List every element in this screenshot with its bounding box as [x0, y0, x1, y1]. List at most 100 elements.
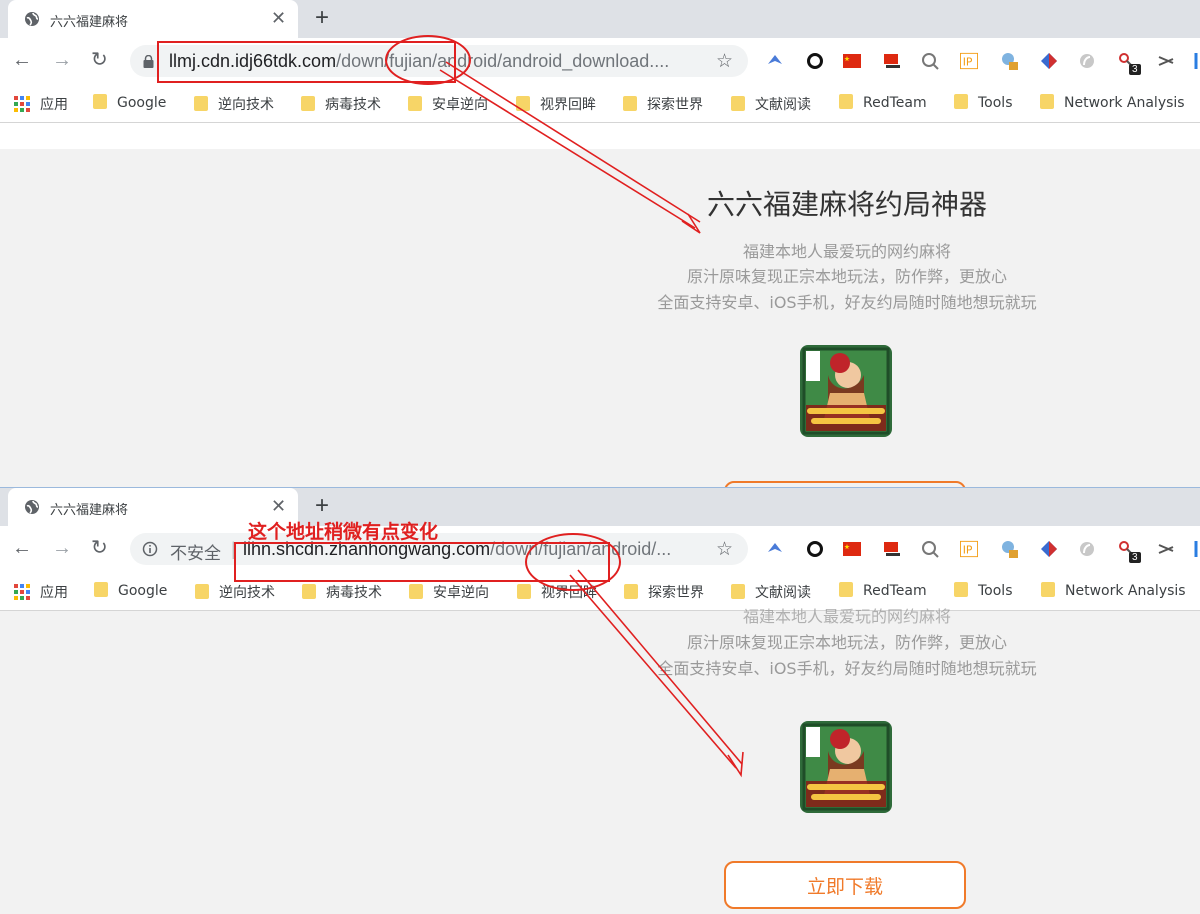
- bookmark-redteam[interactable]: RedTeam: [839, 94, 927, 114]
- apps-icon: [14, 584, 30, 600]
- folder-icon: [408, 96, 422, 111]
- folder-icon: [1040, 94, 1054, 109]
- bookmark-google[interactable]: Google: [93, 94, 166, 114]
- highlight-path-oval: [385, 35, 471, 85]
- folder-icon: [954, 94, 968, 109]
- bookmark-virus-tech[interactable]: 病毒技术: [302, 582, 382, 602]
- extension-icon[interactable]: [1192, 52, 1200, 70]
- download-button[interactable]: 立即下载: [724, 861, 966, 909]
- plus-icon[interactable]: +: [315, 494, 329, 518]
- scissors-icon[interactable]: [1157, 540, 1175, 558]
- folder-icon: [94, 582, 108, 597]
- close-icon[interactable]: ✕: [271, 8, 286, 28]
- back-icon[interactable]: ←: [12, 49, 32, 71]
- ip-extension-icon[interactable]: IP: [960, 540, 978, 558]
- forward-icon[interactable]: →: [52, 537, 72, 559]
- ring-extension-icon[interactable]: [806, 52, 824, 70]
- page-content: 福建本地人最爱玩的网约麻将 原汁原味复现正宗本地玩法，防作弊，更放心 全面支持安…: [0, 607, 1200, 914]
- bookmark-label: 安卓逆向: [432, 97, 488, 113]
- folder-icon: [301, 96, 315, 111]
- tab-title: 六六福建麻将: [50, 503, 129, 518]
- plus-icon[interactable]: +: [315, 6, 329, 30]
- bookmarks-bar: 应用 Google 逆向技术 病毒技术 安卓逆向 视界回眸 探索世界 文献阅读 …: [0, 84, 1200, 123]
- flag-extension-icon[interactable]: [883, 52, 901, 70]
- folder-icon: [624, 584, 638, 599]
- bookmark-label: 逆向技术: [219, 585, 275, 601]
- bookmark-tools[interactable]: Tools: [954, 582, 1013, 602]
- bookmark-label: 探索世界: [647, 97, 703, 113]
- bookmark-network-analysis[interactable]: Network Analysis: [1041, 582, 1186, 602]
- bookmark-label: 病毒技术: [325, 97, 381, 113]
- ring-extension-icon[interactable]: [806, 540, 824, 558]
- folder-icon: [93, 94, 107, 109]
- page-header-strip: [0, 123, 1200, 149]
- bookmark-papers[interactable]: 文献阅读: [731, 94, 811, 114]
- bookmark-label: 安卓逆向: [433, 585, 489, 601]
- china-flag-icon[interactable]: [843, 52, 861, 70]
- close-icon[interactable]: ✕: [271, 496, 286, 516]
- bookmark-vision[interactable]: 视界回眸: [516, 94, 596, 114]
- annotation-caption: 这个地址稍微有点变化: [248, 521, 439, 543]
- tab-title: 六六福建麻将: [50, 15, 129, 30]
- globe-icon: [25, 12, 39, 26]
- info-icon: [142, 541, 158, 557]
- folder-icon: [1041, 582, 1055, 597]
- bookmark-reverse-engineering[interactable]: 逆向技术: [194, 94, 274, 114]
- scissors-icon[interactable]: [1157, 52, 1175, 70]
- bookmark-explore[interactable]: 探索世界: [623, 94, 703, 114]
- bookmark-virus-tech[interactable]: 病毒技术: [301, 94, 381, 114]
- folder-icon: [517, 584, 531, 599]
- forward-icon[interactable]: →: [52, 49, 72, 71]
- bookmark-apps[interactable]: 应用: [14, 582, 68, 602]
- folder-icon: [954, 582, 968, 597]
- folder-icon: [731, 584, 745, 599]
- bookmark-google[interactable]: Google: [94, 582, 167, 602]
- tab-strip: 六六福建麻将 ✕ +: [0, 0, 1200, 38]
- folder-icon: [731, 96, 745, 111]
- reload-icon[interactable]: ↻: [91, 49, 108, 71]
- app-logo: [800, 721, 892, 813]
- ip-search-icon[interactable]: [921, 540, 939, 558]
- leaf-extension-icon[interactable]: [1078, 52, 1096, 70]
- bookmark-label: Tools: [978, 95, 1013, 111]
- star-icon[interactable]: ☆: [716, 538, 733, 561]
- leaf-extension-icon[interactable]: [1078, 540, 1096, 558]
- tab-active[interactable]: 六六福建麻将 ✕: [8, 0, 298, 38]
- translate-extension-icon[interactable]: [1000, 540, 1018, 558]
- bookmark-android-reverse[interactable]: 安卓逆向: [408, 94, 488, 114]
- bookmark-redteam[interactable]: RedTeam: [839, 582, 927, 602]
- bookmark-papers[interactable]: 文献阅读: [731, 582, 811, 602]
- reload-icon[interactable]: ↻: [91, 537, 108, 559]
- bookmark-explore[interactable]: 探索世界: [624, 582, 704, 602]
- back-icon[interactable]: ←: [12, 537, 32, 559]
- bookmark-reverse-engineering[interactable]: 逆向技术: [195, 582, 275, 602]
- bookmark-label: 文献阅读: [755, 585, 811, 601]
- folder-icon: [194, 96, 208, 111]
- translate-extension-icon[interactable]: [1000, 52, 1018, 70]
- bookmark-apps[interactable]: 应用: [14, 94, 68, 114]
- bookmark-label: 病毒技术: [326, 585, 382, 601]
- bookmark-label: Network Analysis: [1064, 95, 1185, 111]
- bookmark-android-reverse[interactable]: 安卓逆向: [409, 582, 489, 602]
- highlight-path-oval: [525, 533, 621, 591]
- bookmark-network-analysis[interactable]: Network Analysis: [1040, 94, 1185, 114]
- folder-icon: [302, 584, 316, 599]
- extension-icon[interactable]: [1192, 540, 1200, 558]
- bookmark-label: 应用: [40, 97, 68, 113]
- china-flag-icon[interactable]: [843, 540, 861, 558]
- bookmark-tools[interactable]: Tools: [954, 94, 1013, 114]
- diamond-extension-icon[interactable]: [1040, 52, 1058, 70]
- bookmark-label: 逆向技术: [218, 97, 274, 113]
- not-secure-label: 不安全: [170, 544, 221, 564]
- ip-extension-icon[interactable]: IP: [960, 52, 978, 70]
- bird-extension-icon[interactable]: [766, 52, 784, 70]
- flag-extension-icon[interactable]: [883, 540, 901, 558]
- star-icon[interactable]: ☆: [716, 50, 733, 73]
- diamond-extension-icon[interactable]: [1040, 540, 1058, 558]
- folder-icon: [839, 582, 853, 597]
- ip-search-icon[interactable]: [921, 52, 939, 70]
- bookmark-label: 应用: [40, 585, 68, 601]
- folder-icon: [409, 584, 423, 599]
- folder-icon: [516, 96, 530, 111]
- bird-extension-icon[interactable]: [766, 540, 784, 558]
